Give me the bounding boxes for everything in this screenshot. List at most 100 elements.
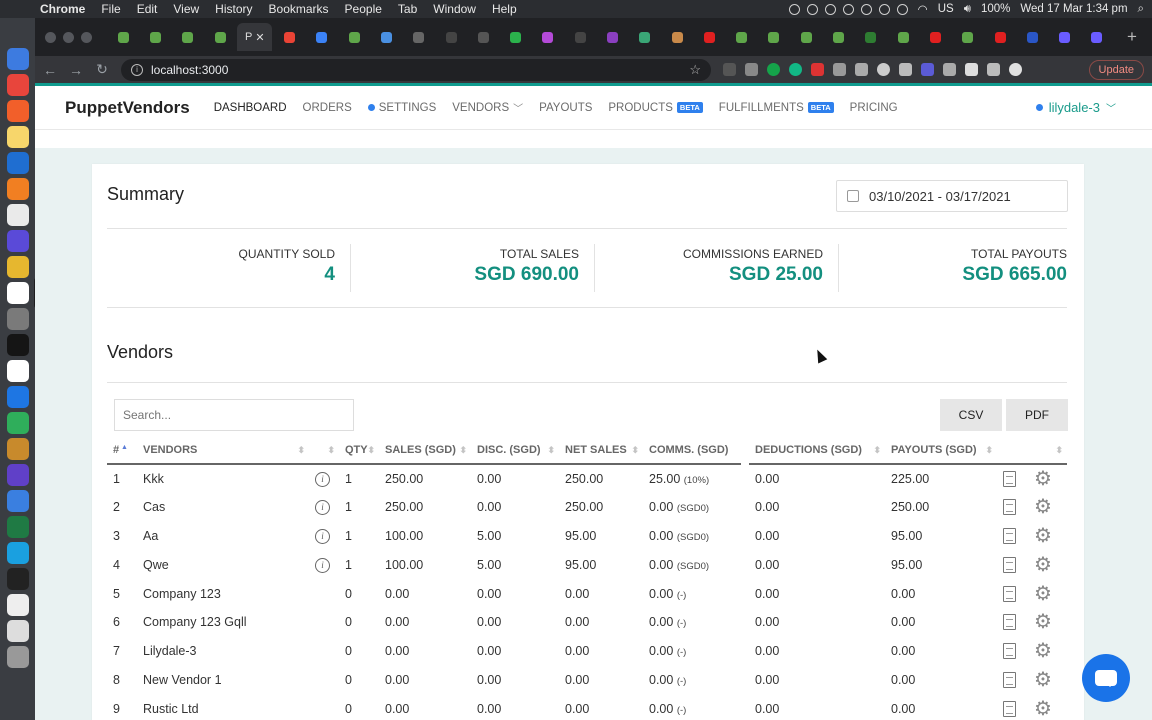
- browser-tab[interactable]: [205, 23, 235, 51]
- dock-app-icon[interactable]: [6, 282, 29, 304]
- menu-view[interactable]: View: [173, 2, 199, 16]
- cell-vendor-name[interactable]: Company 123 Gqll: [137, 608, 309, 637]
- pocket-icon[interactable]: [899, 63, 912, 76]
- browser-tab[interactable]: [533, 23, 563, 51]
- dock-app-icon[interactable]: [6, 204, 29, 226]
- export-pdf-button[interactable]: PDF: [1006, 399, 1068, 431]
- menu-file[interactable]: File: [101, 2, 120, 16]
- browser-tab[interactable]: [274, 23, 304, 51]
- address-url[interactable]: localhost:3000: [151, 63, 228, 77]
- col-header-qty[interactable]: QTY: [339, 436, 379, 465]
- info-icon[interactable]: i: [315, 557, 330, 573]
- browser-tab[interactable]: [371, 23, 401, 51]
- nav-products[interactable]: PRODUCTS BETA: [608, 102, 703, 114]
- browser-tab[interactable]: [565, 23, 595, 51]
- forward-arrow-icon[interactable]: →: [69, 62, 83, 78]
- browser-tab[interactable]: [339, 23, 369, 51]
- cell-vendor-name[interactable]: Kkk: [137, 464, 309, 493]
- tray-icon[interactable]: [788, 3, 800, 15]
- info-icon[interactable]: i: [315, 528, 330, 544]
- menu-help[interactable]: Help: [492, 2, 517, 16]
- menu-bookmarks[interactable]: Bookmarks: [269, 2, 329, 16]
- browser-tab[interactable]: [140, 23, 170, 51]
- dock-app-icon[interactable]: [6, 542, 29, 564]
- dock-app-icon[interactable]: [6, 438, 29, 460]
- browser-tab[interactable]: [694, 23, 724, 51]
- browser-tab[interactable]: [1050, 23, 1080, 51]
- date-range-picker[interactable]: 03/10/2021 - 03/17/2021: [836, 180, 1068, 212]
- document-icon[interactable]: [1003, 614, 1016, 631]
- nav-dashboard[interactable]: DASHBOARD: [214, 102, 287, 114]
- bookmark-star-icon[interactable]: ☆: [689, 62, 701, 78]
- browser-tab[interactable]: [856, 23, 886, 51]
- menu-history[interactable]: History: [215, 2, 252, 16]
- vendor-search-input[interactable]: [114, 399, 354, 431]
- nav-fulfillments[interactable]: FULFILLMENTS BETA: [719, 102, 834, 114]
- chat-support-button[interactable]: [1082, 654, 1130, 702]
- dock-app-icon[interactable]: [6, 490, 29, 512]
- tray-icon[interactable]: [860, 3, 872, 15]
- address-bar[interactable]: i localhost:3000 ☆: [121, 58, 711, 81]
- gear-icon[interactable]: ⚙: [1034, 496, 1052, 518]
- col-header-vendors[interactable]: VENDORS: [137, 436, 309, 465]
- volume-icon[interactable]: 🔊︎: [964, 3, 971, 16]
- browser-tab[interactable]: [1017, 23, 1047, 51]
- col-header-deductions[interactable]: DEDUCTIONS (SGD): [749, 436, 885, 465]
- browser-tab[interactable]: [888, 23, 918, 51]
- trash-icon[interactable]: [6, 646, 29, 668]
- dock-app-icon[interactable]: [6, 464, 29, 486]
- cell-vendor-name[interactable]: New Vendor 1: [137, 666, 309, 695]
- gear-icon[interactable]: ⚙: [1034, 669, 1052, 691]
- nav-payouts[interactable]: PAYOUTS: [539, 102, 592, 114]
- browser-tab[interactable]: [436, 23, 466, 51]
- back-arrow-icon[interactable]: ←: [43, 62, 57, 78]
- document-icon[interactable]: [1003, 671, 1016, 688]
- dock-app-icon[interactable]: [6, 516, 29, 538]
- dock-app-icon[interactable]: [6, 308, 29, 330]
- document-icon[interactable]: [1003, 643, 1016, 660]
- brand-logo[interactable]: PuppetVendors: [65, 98, 190, 118]
- browser-tab[interactable]: [823, 23, 853, 51]
- browser-tab[interactable]: [404, 23, 434, 51]
- reading-list-icon[interactable]: [987, 63, 1000, 76]
- gear-icon[interactable]: ⚙: [1034, 611, 1052, 633]
- dock-app-icon[interactable]: [6, 256, 29, 278]
- dock-app-icon[interactable]: [6, 412, 29, 434]
- extension-icon[interactable]: [745, 63, 758, 76]
- col-header-payouts[interactable]: PAYOUTS (SGD): [885, 436, 997, 465]
- menu-people[interactable]: People: [345, 2, 382, 16]
- col-header-net-sales[interactable]: NET SALES: [559, 436, 643, 465]
- browser-tab[interactable]: [985, 23, 1015, 51]
- browser-tab[interactable]: [630, 23, 660, 51]
- col-header-number[interactable]: #: [107, 436, 137, 465]
- cell-vendor-name[interactable]: Qwe: [137, 550, 309, 579]
- document-icon[interactable]: [1003, 700, 1016, 717]
- nav-orders[interactable]: ORDERS: [303, 102, 352, 114]
- camera-icon[interactable]: [855, 63, 868, 76]
- browser-tab[interactable]: [173, 23, 203, 51]
- tray-icon[interactable]: [896, 3, 908, 15]
- dock-app-icon[interactable]: [6, 48, 29, 70]
- site-info-icon[interactable]: i: [131, 63, 143, 76]
- nav-pricing[interactable]: PRICING: [850, 102, 898, 114]
- col-header-sales[interactable]: SALES (SGD): [379, 436, 471, 465]
- dock-app-icon[interactable]: [6, 74, 29, 96]
- document-icon[interactable]: [1003, 556, 1016, 573]
- extension-icon[interactable]: [811, 63, 824, 76]
- grammarly-icon[interactable]: [767, 63, 780, 76]
- tray-icon[interactable]: [806, 3, 818, 15]
- info-icon[interactable]: i: [315, 471, 330, 487]
- dock-app-icon[interactable]: [6, 152, 29, 174]
- tray-icon[interactable]: [824, 3, 836, 15]
- cell-vendor-name[interactable]: Cas: [137, 493, 309, 522]
- gear-icon[interactable]: ⚙: [1034, 640, 1052, 662]
- browser-tab[interactable]: [597, 23, 627, 51]
- dock-app-icon[interactable]: [6, 178, 29, 200]
- reload-icon[interactable]: ↻: [95, 61, 109, 78]
- nav-settings[interactable]: SETTINGS: [367, 102, 436, 114]
- new-tab-button[interactable]: +: [1112, 27, 1152, 47]
- tray-icon[interactable]: [842, 3, 854, 15]
- gear-icon[interactable]: ⚙: [1034, 698, 1052, 720]
- close-window-button[interactable]: [45, 31, 56, 43]
- extension-icon[interactable]: [943, 63, 956, 76]
